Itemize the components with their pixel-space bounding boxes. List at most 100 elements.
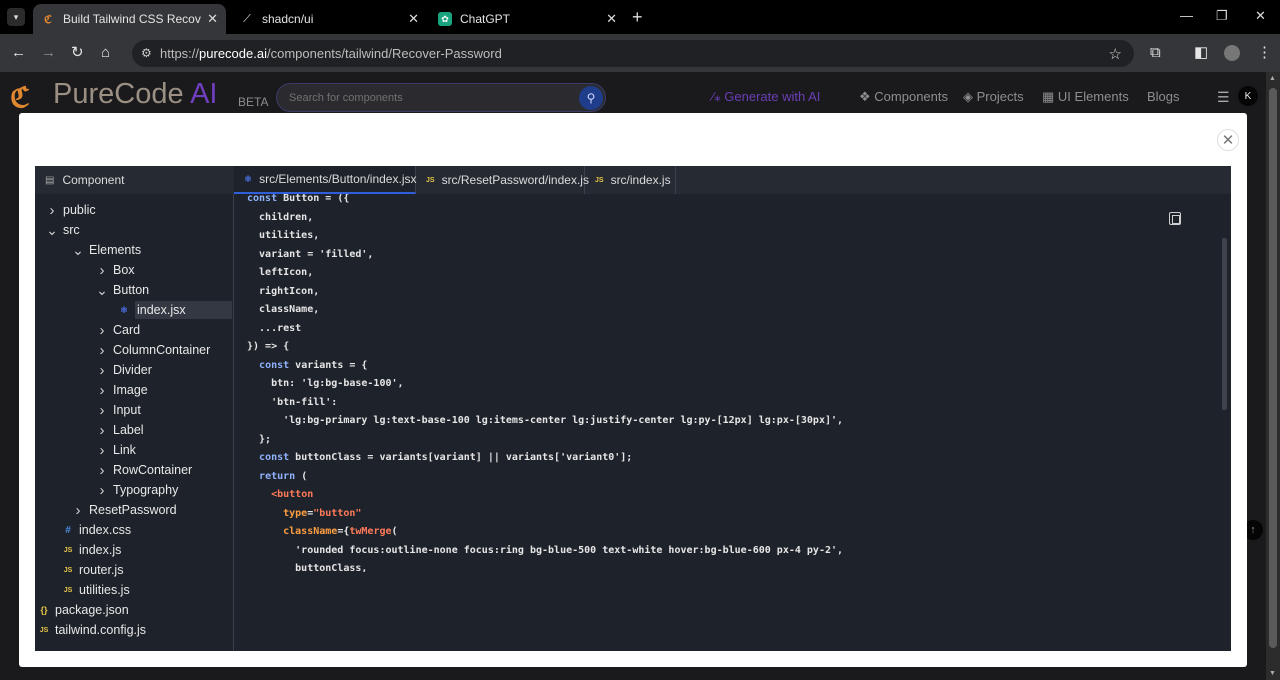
nav-projects[interactable]: ◈ Projects <box>963 89 1024 105</box>
home-icon[interactable]: ⌂ <box>101 44 110 62</box>
file-tab-button-index-jsx[interactable]: ⚛ src/Elements/Button/index.jsx <box>234 166 416 194</box>
chevron-down-icon: ⌄ <box>72 241 84 258</box>
scroll-up-icon[interactable]: ▲ <box>1269 75 1276 82</box>
tree-folder[interactable]: › Image <box>95 380 148 400</box>
tree-item-label: index.jsx <box>135 301 232 319</box>
tree-item-label: index.js <box>79 543 122 557</box>
bookmark-star-icon[interactable]: ☆ <box>1109 45 1122 63</box>
tree-file[interactable]: JS index.js <box>61 540 122 560</box>
new-tab-icon[interactable]: + <box>632 8 643 26</box>
js-file-icon: JS <box>63 566 73 574</box>
code-line: type="button" <box>283 507 362 519</box>
site-info-icon[interactable]: ⚙ <box>141 46 152 60</box>
tree-folder[interactable]: ⌄ Button <box>95 280 149 300</box>
code-line: const buttonClass = variants[variant] ||… <box>259 452 633 463</box>
purecode-logo-icon[interactable]: ℭ <box>10 81 30 114</box>
tree-file[interactable]: JS utilities.js <box>61 580 130 600</box>
close-modal-icon[interactable]: ✕ <box>1217 129 1239 151</box>
chevron-right-icon: › <box>99 361 105 379</box>
tree-folder[interactable]: › Typography <box>95 480 179 500</box>
component-search-input[interactable]: Search for components ⚲ <box>276 83 606 112</box>
forward-icon[interactable]: → <box>41 44 56 62</box>
file-tab-src-index-js[interactable]: JS src/index.js <box>585 166 676 194</box>
avatar[interactable]: K <box>1238 86 1258 106</box>
nav-components[interactable]: ❖ Components <box>859 89 948 105</box>
code-preview-modal: ✕ ▤ Component › public ⌄ src ⌄ Elements › Box ⌄ B… <box>19 113 1247 667</box>
tree-item-label: Box <box>113 263 135 277</box>
extensions-icon[interactable]: ⧉ <box>1150 44 1161 62</box>
address-bar[interactable]: ⚙ https://purecode.ai/components/tailwin… <box>132 40 1134 67</box>
scrollbar-thumb[interactable] <box>1269 88 1277 648</box>
tree-folder[interactable]: › Card <box>95 320 141 340</box>
close-tab-icon[interactable]: ✕ <box>606 11 617 27</box>
browser-menu-icon[interactable]: ⋮ <box>1257 44 1272 62</box>
file-explorer: ▤ Component › public ⌄ src ⌄ Elements › Box ⌄ But… <box>35 166 234 651</box>
tree-file[interactable]: {} package.json <box>37 600 128 620</box>
restore-icon[interactable]: ❐ <box>1216 8 1228 24</box>
reload-icon[interactable]: ↻ <box>71 44 84 62</box>
tree-item-label: Image <box>113 383 148 397</box>
tree-file[interactable]: ⚛ index.jsx <box>117 300 232 320</box>
tree-item-label: Typography <box>113 483 179 497</box>
tree-folder[interactable]: › Input <box>95 400 141 420</box>
code-line: 'btn-fill': <box>247 396 338 408</box>
chevron-right-icon: › <box>99 261 105 279</box>
tree-folder[interactable]: ⌄ Elements <box>71 240 141 260</box>
tree-folder[interactable]: › Link <box>95 440 136 460</box>
browser-tab-purecode[interactable]: ℭ Build Tailwind CSS Recover Pass ✕ <box>33 4 226 34</box>
code-view[interactable]: const Button = ({ children, utilities, v… <box>247 194 1207 572</box>
explorer-title: Component <box>62 173 125 187</box>
scroll-down-icon[interactable]: ▼ <box>1269 670 1276 677</box>
chevron-right-icon: › <box>99 481 105 499</box>
tree-folder[interactable]: › public <box>45 200 96 220</box>
code-line: 'lg:bg-primary lg:text-base-100 lg:items… <box>247 415 844 426</box>
tree-item-label: Elements <box>89 243 142 257</box>
js-file-icon: JS <box>426 176 435 184</box>
tree-item-label: RowContainer <box>113 463 193 477</box>
back-icon[interactable]: ← <box>11 44 26 62</box>
close-tab-icon[interactable]: ✕ <box>207 11 218 27</box>
tree-file[interactable]: JS tailwind.config.js <box>37 620 146 640</box>
magic-wand-icon: ⁄⁎ <box>712 89 725 104</box>
tree-folder[interactable]: › ResetPassword <box>71 500 177 520</box>
tree-folder[interactable]: › Divider <box>95 360 152 380</box>
purecode-favicon-icon: ℭ <box>44 13 52 26</box>
file-tabs: ⚛ src/Elements/Button/index.jsx JS src/Res… <box>234 166 1231 194</box>
browser-tab-shadcn[interactable]: ⟋ shadcn/ui ✕ <box>232 4 427 34</box>
side-panel-icon[interactable]: ◧ <box>1194 44 1208 62</box>
search-icon[interactable]: ⚲ <box>579 86 603 110</box>
tree-item-label: index.css <box>79 523 132 537</box>
tab-title: shadcn/ui <box>262 12 314 26</box>
browser-tab-chatgpt[interactable]: ✿ ChatGPT ✕ <box>430 4 625 34</box>
tree-folder[interactable]: › Label <box>95 420 144 440</box>
site-logo[interactable]: PureCode AI <box>53 78 217 111</box>
code-line: rightIcon, <box>247 285 320 297</box>
close-window-icon[interactable]: ✕ <box>1255 8 1266 24</box>
tree-folder[interactable]: › ColumnContainer <box>95 340 211 360</box>
file-tab-resetpassword-index-js[interactable]: JS src/ResetPassword/index.js <box>416 166 589 194</box>
tree-folder[interactable]: ⌄ src <box>45 220 80 240</box>
page-scrollbar[interactable]: ▲ ▼ <box>1266 72 1280 680</box>
nav-ui-elements[interactable]: ▦ UI Elements <box>1042 89 1129 105</box>
hamburger-menu-icon[interactable]: ☰ <box>1217 89 1230 106</box>
minimize-icon[interactable]: — <box>1180 8 1193 23</box>
nav-blogs[interactable]: Blogs <box>1147 89 1180 104</box>
browser-tab-strip: ▾ ℭ Build Tailwind CSS Recover Pass ✕ ⟋ … <box>0 0 1280 34</box>
tree-file[interactable]: JS router.js <box>61 560 124 580</box>
tree-folder[interactable]: › Box <box>95 260 135 280</box>
code-line: }; <box>247 433 272 445</box>
close-tab-icon[interactable]: ✕ <box>408 11 419 27</box>
copy-icon[interactable] <box>1169 212 1181 225</box>
tree-item-label: Link <box>113 443 136 457</box>
tree-item-label: Card <box>113 323 141 337</box>
components-icon: ❖ <box>859 89 875 104</box>
code-line: }) => { <box>247 341 290 352</box>
tree-file[interactable]: # index.css <box>61 520 131 540</box>
tree-item-label: public <box>63 203 96 217</box>
tab-search-button[interactable]: ▾ <box>7 8 25 26</box>
nav-generate-with-ai[interactable]: ⁄⁎ Generate with AI <box>712 89 820 105</box>
code-scrollbar[interactable] <box>1222 238 1227 410</box>
tree-folder[interactable]: › RowContainer <box>95 460 193 480</box>
profile-icon[interactable] <box>1224 45 1240 61</box>
code-line: btn: 'lg:bg-base-100', <box>247 378 404 389</box>
